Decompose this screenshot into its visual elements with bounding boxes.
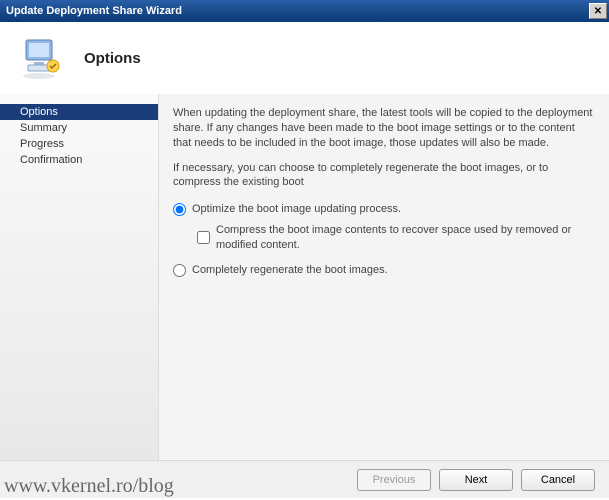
wizard-header: Options xyxy=(0,22,609,94)
radio-regenerate-label: Completely regenerate the boot images. xyxy=(192,263,388,278)
sidebar-item-label: Summary xyxy=(20,122,67,134)
sidebar-item-label: Confirmation xyxy=(20,154,82,166)
radio-optimize-label: Optimize the boot image updating process… xyxy=(192,202,401,217)
title-bar: Update Deployment Share Wizard ✕ xyxy=(0,0,609,22)
previous-button: Previous xyxy=(357,469,431,491)
sidebar-item-label: Options xyxy=(20,106,58,118)
sidebar-item-confirmation[interactable]: Confirmation xyxy=(0,152,158,168)
sidebar-item-options[interactable]: Options xyxy=(0,104,158,120)
window-title: Update Deployment Share Wizard xyxy=(6,5,182,17)
cancel-button[interactable]: Cancel xyxy=(521,469,595,491)
checkbox-compress-label: Compress the boot image contents to reco… xyxy=(216,223,595,253)
wizard-body: Options Summary Progress Confirmation Wh… xyxy=(0,94,609,460)
computer-icon xyxy=(20,36,64,80)
description-text-1: When updating the deployment share, the … xyxy=(173,106,595,151)
content-pane: When updating the deployment share, the … xyxy=(158,94,609,460)
sidebar-item-label: Progress xyxy=(20,138,64,150)
page-title: Options xyxy=(84,50,141,67)
checkbox-compress[interactable] xyxy=(197,231,210,244)
radio-regenerate[interactable] xyxy=(173,264,186,277)
radio-optimize[interactable] xyxy=(173,203,186,216)
next-button[interactable]: Next xyxy=(439,469,513,491)
close-button[interactable]: ✕ xyxy=(589,3,607,19)
sidebar-item-summary[interactable]: Summary xyxy=(0,120,158,136)
radio-regenerate-row: Completely regenerate the boot images. xyxy=(173,263,595,278)
sidebar-item-progress[interactable]: Progress xyxy=(0,136,158,152)
description-text-2: If necessary, you can choose to complete… xyxy=(173,161,595,191)
sidebar: Options Summary Progress Confirmation xyxy=(0,94,158,460)
checkbox-compress-row: Compress the boot image contents to reco… xyxy=(197,223,595,253)
radio-optimize-row: Optimize the boot image updating process… xyxy=(173,202,595,217)
wizard-footer: Previous Next Cancel xyxy=(0,460,609,498)
close-icon: ✕ xyxy=(594,6,602,17)
